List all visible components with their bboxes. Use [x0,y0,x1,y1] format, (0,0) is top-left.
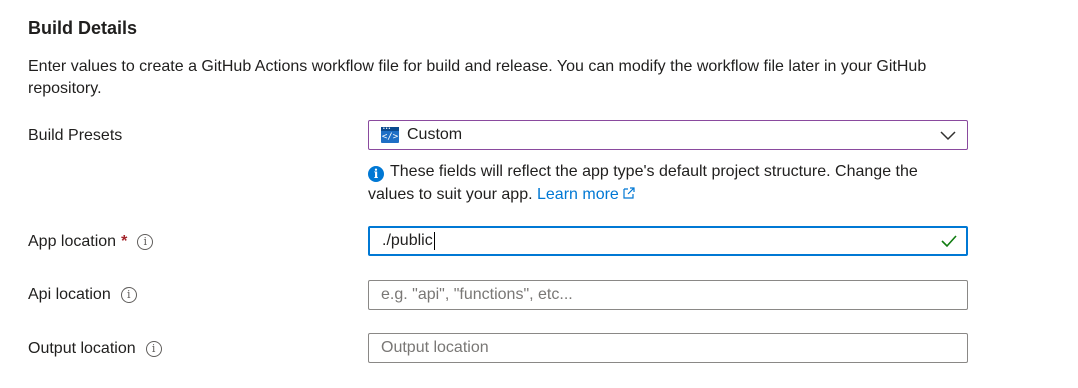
text-cursor [433,232,435,250]
info-icon[interactable]: i [145,341,162,357]
section-title: Build Details [28,18,138,38]
checkmark-icon [941,235,957,248]
learn-more-text[interactable]: Learn more [537,186,619,203]
build-presets-label-text: Build Presets [28,127,123,144]
app-location-input[interactable]: ./public [368,226,968,256]
app-location-value: ./public [382,232,433,249]
build-presets-selected: Custom [407,126,463,143]
app-location-label-text: App location [28,233,117,250]
learn-more-link[interactable]: Learn more [537,186,636,203]
build-presets-hint: i These fields will reflect the app type'… [368,160,968,206]
output-location-label-text: Output location [28,340,136,357]
api-location-placeholder: e.g. "api", "functions", etc... [381,286,573,303]
required-marker: * [121,233,128,250]
section-description: Enter values to create a GitHub Actions … [28,58,927,97]
external-link-icon [623,187,635,199]
api-location-label-text: Api location [28,286,111,303]
output-location-input[interactable]: Output location [368,333,968,363]
build-presets-label: Build Presets [28,127,122,145]
app-location-label: App location * i [28,233,154,251]
output-location-label: Output location i [28,340,162,358]
info-icon[interactable]: i [120,287,137,303]
info-filled-icon: i [368,166,384,182]
info-icon[interactable]: i [137,234,154,250]
hint-text: These fields will reflect the app type's… [368,163,918,203]
api-location-input[interactable]: e.g. "api", "functions", etc... [368,280,968,310]
build-presets-dropdown[interactable]: ••• </> Custom [368,120,968,150]
output-location-placeholder: Output location [381,339,489,356]
api-location-label: Api location i [28,286,137,304]
chevron-down-icon [940,131,956,141]
code-window-icon: ••• </> [381,126,399,143]
